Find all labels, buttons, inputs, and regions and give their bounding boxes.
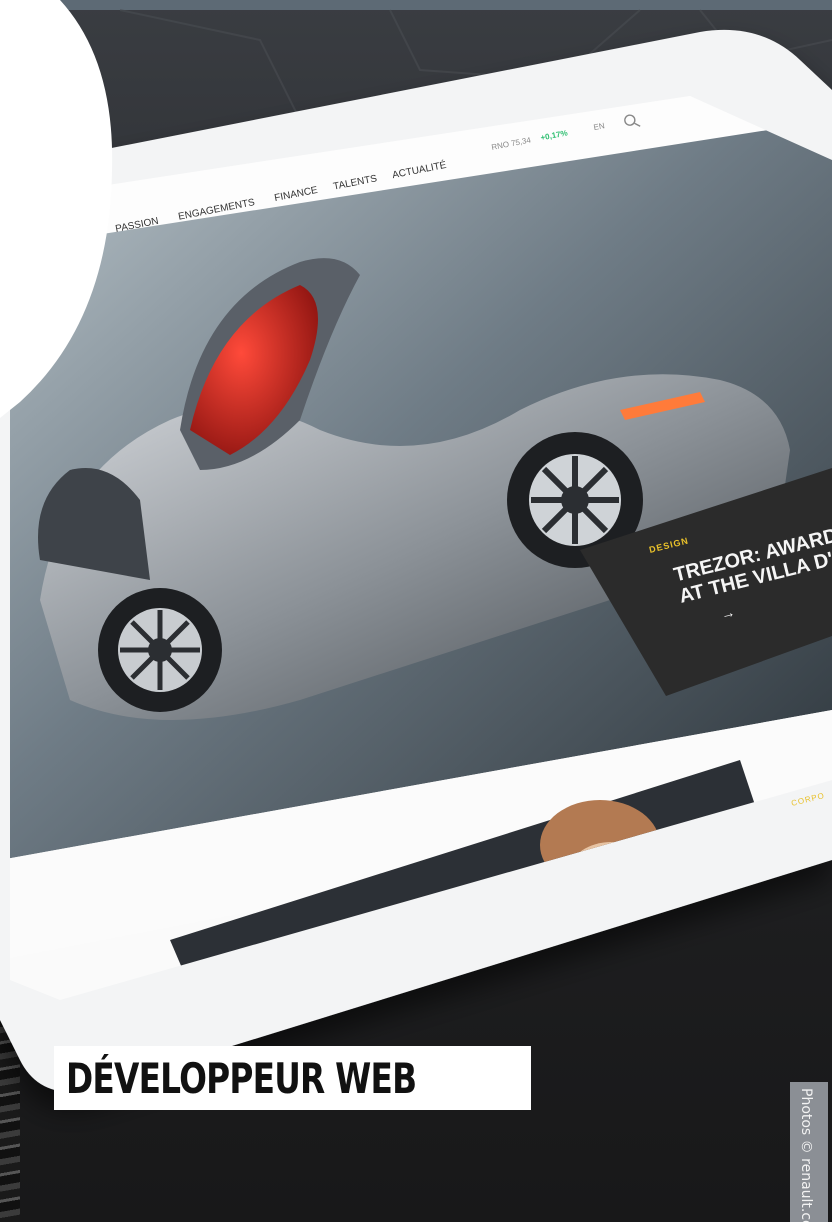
photo-credit: Photos © renault.com [798,1088,814,1222]
tablet-illustration: PASSION ENGAGEMENTS FINANCE TALENTS ACTU… [0,0,832,1093]
caption-title: DÉVELOPPEUR WEB [66,1053,417,1103]
caption-box: DÉVELOPPEUR WEB [54,1046,532,1110]
photo-scene: PASSION ENGAGEMENTS FINANCE TALENTS ACTU… [0,0,832,1222]
photo-credit-text: Photos © renault.com [798,1088,814,1222]
